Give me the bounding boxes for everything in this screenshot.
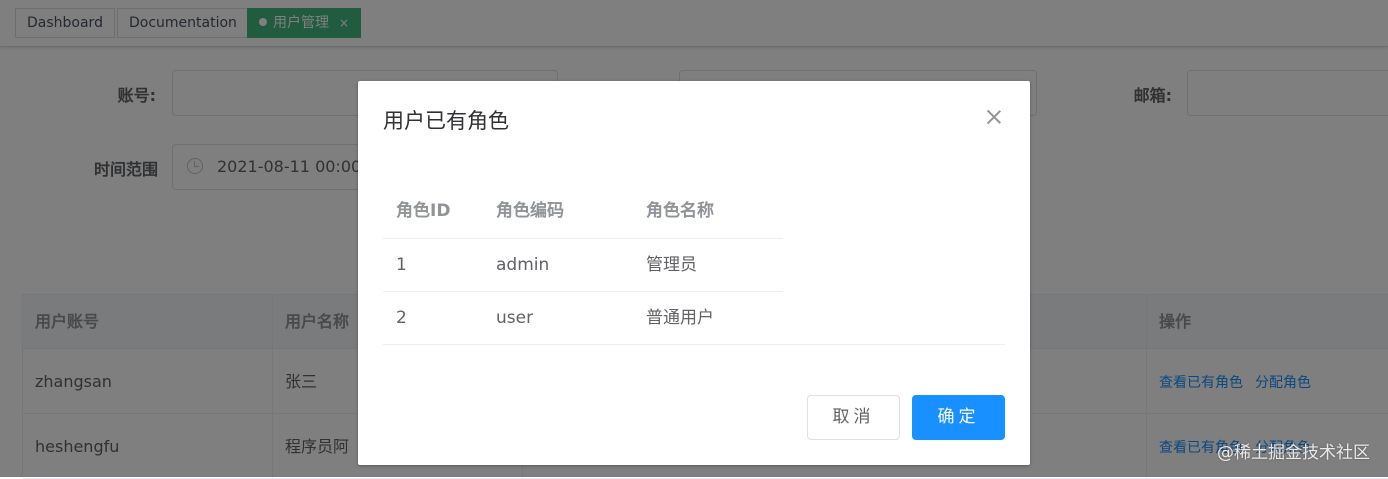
confirm-button[interactable]: 确定: [912, 395, 1005, 440]
column-header-role-name: 角色名称: [646, 201, 714, 221]
dialog-title: 用户已有角色: [383, 109, 509, 133]
roles-table: 角色ID 角色编码 角色名称 1 admin 管理员 2 user 普通用户: [383, 185, 1005, 345]
role-code: user: [496, 308, 534, 328]
role-name: 管理员: [646, 255, 697, 275]
user-roles-dialog: 用户已有角色 角色ID 角色编码 角色名称 1 admin 管理员 2 user…: [358, 81, 1030, 465]
role-id: 1: [396, 255, 407, 275]
column-header-role-id: 角色ID: [396, 201, 451, 221]
role-id: 2: [396, 308, 407, 328]
column-header-role-code: 角色编码: [496, 201, 564, 221]
close-icon[interactable]: [986, 109, 1002, 125]
row-divider: [383, 344, 1005, 345]
watermark: @稀土掘金技术社区: [1217, 443, 1370, 463]
roles-table-header: 角色ID 角色编码 角色名称: [383, 185, 1005, 239]
role-name: 普通用户: [646, 308, 714, 328]
table-row: 1 admin 管理员: [383, 239, 1005, 292]
cancel-button[interactable]: 取消: [807, 395, 900, 440]
table-row: 2 user 普通用户: [383, 292, 1005, 345]
role-code: admin: [496, 255, 550, 275]
